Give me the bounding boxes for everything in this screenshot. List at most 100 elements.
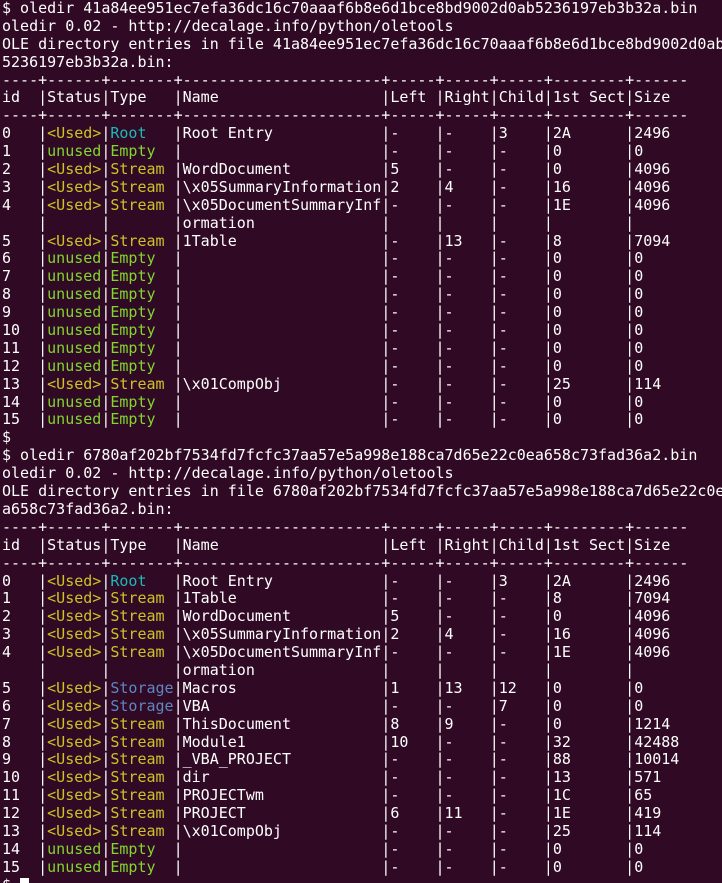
column-separator: | bbox=[381, 393, 390, 411]
column-separator: | bbox=[38, 750, 47, 768]
column-separator: | bbox=[381, 285, 390, 303]
cell-status: <Used> bbox=[47, 697, 101, 715]
column-separator: | bbox=[625, 625, 634, 643]
cell-name bbox=[183, 303, 382, 321]
cell-status: <Used> bbox=[47, 625, 101, 643]
cell-size: 114 bbox=[634, 375, 688, 393]
cell-right: - bbox=[445, 733, 490, 751]
table-row: 14 |unused|Empty | |- |- |- |0 |0 bbox=[2, 394, 722, 412]
cell-type: Stream bbox=[110, 178, 173, 196]
cell-right: - bbox=[445, 393, 490, 411]
column-separator: | bbox=[490, 607, 499, 625]
terminal-window[interactable]: $ oledir 41a84ee951ec7efa36dc16c70aaaf6b… bbox=[0, 0, 722, 883]
cell-id: 0 bbox=[2, 124, 38, 142]
cell-type: Stream bbox=[110, 715, 173, 733]
cell-status: unused bbox=[47, 357, 101, 375]
cell-name bbox=[183, 249, 382, 267]
cell-child: - bbox=[499, 607, 544, 625]
cell-child: - bbox=[499, 768, 544, 786]
cell-left: 2 bbox=[390, 178, 435, 196]
cell-name: PROJECTwm bbox=[183, 786, 382, 804]
column-separator: | bbox=[38, 697, 47, 715]
cell-type: Storage bbox=[110, 679, 173, 697]
column-separator: | bbox=[381, 715, 390, 733]
column-separator: | bbox=[381, 840, 390, 858]
cell-child: - bbox=[499, 625, 544, 643]
column-separator: | bbox=[490, 768, 499, 786]
column-separator: | bbox=[625, 572, 634, 590]
cell-1st-sect: 0 bbox=[553, 160, 625, 178]
table-header: id |Status|Type |Name |Left |Right|Child… bbox=[2, 536, 688, 554]
cell-1st-sect: 32 bbox=[553, 733, 625, 751]
column-separator: | bbox=[436, 160, 445, 178]
cell-type: Stream bbox=[110, 733, 173, 751]
column-separator: | bbox=[625, 393, 634, 411]
cell-1st-sect bbox=[553, 661, 625, 679]
cell-id: 9 bbox=[2, 303, 38, 321]
column-separator: | bbox=[544, 303, 553, 321]
cell-name: 1Table bbox=[183, 232, 382, 250]
cell-left: - bbox=[390, 285, 435, 303]
cell-left: - bbox=[390, 572, 435, 590]
terminal-cursor[interactable] bbox=[20, 878, 29, 883]
column-separator: | bbox=[625, 750, 634, 768]
cell-id: 4 bbox=[2, 196, 38, 214]
column-separator: | bbox=[625, 178, 634, 196]
cell-right: - bbox=[445, 768, 490, 786]
column-separator: | bbox=[544, 679, 553, 697]
column-separator: | bbox=[38, 804, 47, 822]
column-separator: | bbox=[174, 572, 183, 590]
column-separator: | bbox=[38, 196, 47, 214]
cell-name: ormation bbox=[183, 661, 382, 679]
cell-1st-sect: 0 bbox=[553, 697, 625, 715]
column-separator: | bbox=[625, 697, 634, 715]
cell-id: 11 bbox=[2, 339, 38, 357]
column-separator: | bbox=[381, 661, 390, 679]
intro-line: OLE directory entries in file 6780af202b… bbox=[2, 483, 722, 501]
cell-type: Stream bbox=[110, 625, 173, 643]
column-separator: | bbox=[436, 357, 445, 375]
cell-child: 7 bbox=[499, 697, 544, 715]
cell-left: - bbox=[390, 822, 435, 840]
cell-right: - bbox=[445, 858, 490, 876]
cell-id: 13 bbox=[2, 375, 38, 393]
cell-right: 4 bbox=[445, 625, 490, 643]
cell-left: - bbox=[390, 589, 435, 607]
cell-1st-sect: 0 bbox=[553, 679, 625, 697]
column-separator: | bbox=[436, 214, 445, 232]
cell-1st-sect: 2A bbox=[553, 572, 625, 590]
intro-line: OLE directory entries in file 6780af202b… bbox=[2, 482, 722, 500]
cell-child: - bbox=[499, 339, 544, 357]
column-separator: | bbox=[625, 607, 634, 625]
column-separator: | bbox=[436, 249, 445, 267]
cell-id: 0 bbox=[2, 572, 38, 590]
cell-status: <Used> bbox=[47, 679, 101, 697]
column-separator: | bbox=[436, 375, 445, 393]
table-row: 11 |unused|Empty | |- |- |- |0 |0 bbox=[2, 340, 722, 358]
cell-status: unused bbox=[47, 339, 101, 357]
column-separator: | bbox=[625, 589, 634, 607]
cell-id: 5 bbox=[2, 232, 38, 250]
cell-status: <Used> bbox=[47, 178, 101, 196]
column-separator: | bbox=[544, 733, 553, 751]
table-row: 0 |<Used>|Root |Root Entry |- |- |3 |2A … bbox=[2, 573, 722, 591]
cell-name: WordDocument bbox=[183, 607, 382, 625]
cell-name bbox=[183, 410, 382, 428]
cell-type: Empty bbox=[110, 303, 173, 321]
cell-child: - bbox=[499, 858, 544, 876]
table-row: 5 |<Used>|Stream |1Table |- |13 |- |8 |7… bbox=[2, 233, 722, 251]
cell-name: VBA bbox=[183, 697, 382, 715]
cell-id: 6 bbox=[2, 249, 38, 267]
cell-status: <Used> bbox=[47, 375, 101, 393]
column-separator: | bbox=[38, 375, 47, 393]
cell-left: - bbox=[390, 643, 435, 661]
column-separator: | bbox=[38, 572, 47, 590]
cell-type: Stream bbox=[110, 750, 173, 768]
cell-right bbox=[445, 214, 490, 232]
cell-name: PROJECT bbox=[183, 804, 382, 822]
cell-left: - bbox=[390, 357, 435, 375]
column-separator: | bbox=[490, 214, 499, 232]
cell-child: - bbox=[499, 303, 544, 321]
cell-status: <Used> bbox=[47, 160, 101, 178]
column-separator: | bbox=[436, 410, 445, 428]
